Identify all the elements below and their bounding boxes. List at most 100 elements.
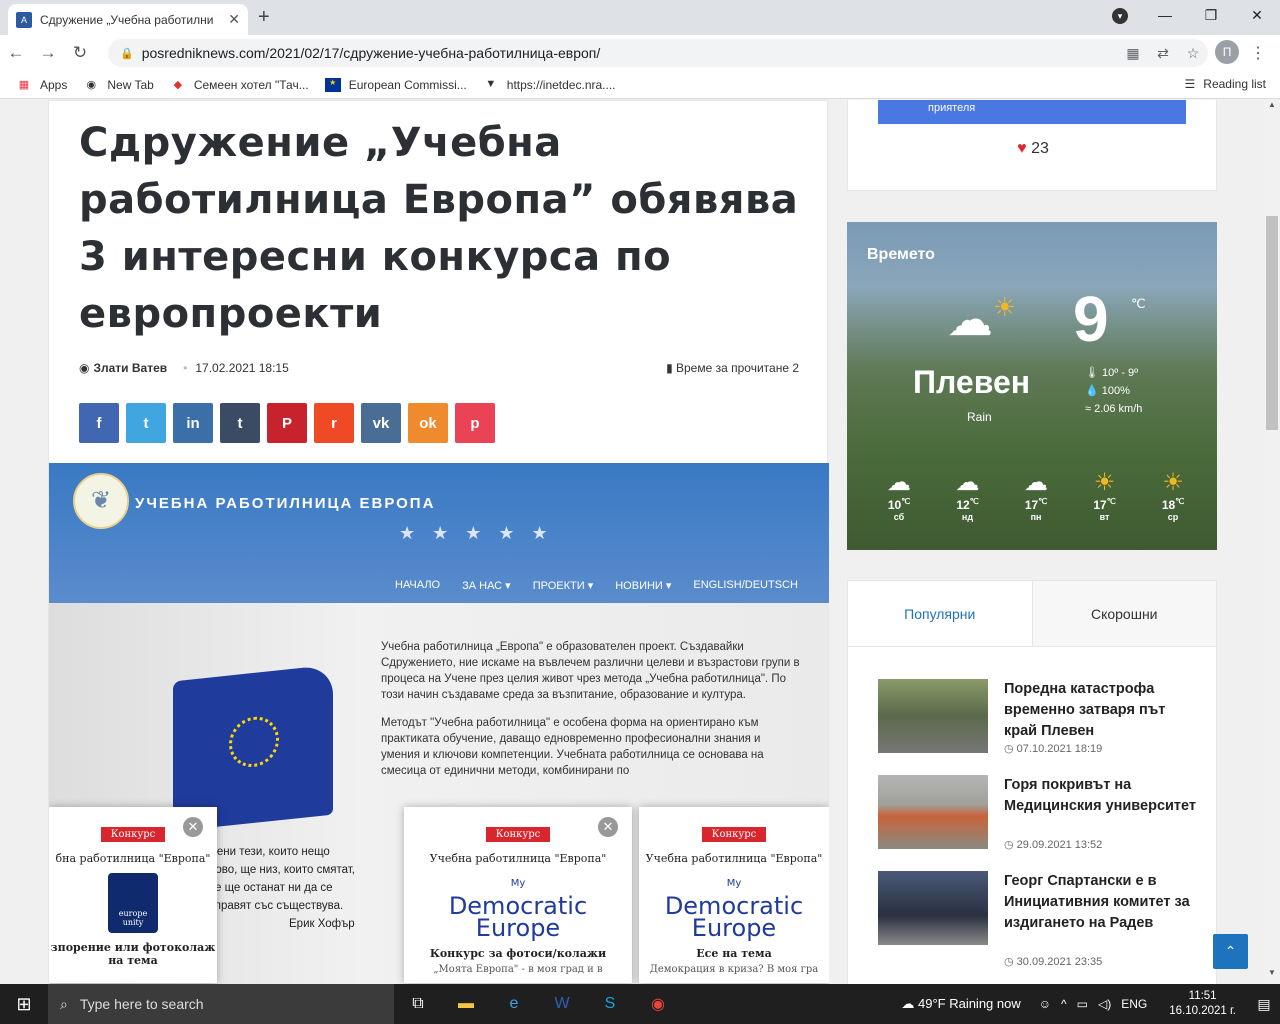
page-scrollbar[interactable]: ▲ ▼	[1264, 100, 1280, 984]
translate-icon[interactable]: ⇄	[1148, 45, 1178, 62]
post-item[interactable]: Поредна катастрофа временно затваря път …	[878, 679, 1198, 755]
share-pocket-button[interactable]: p	[455, 403, 495, 443]
contest-card[interactable]: ✕ Конкурс бна работилница "Европа" europ…	[49, 807, 217, 983]
weather-tray[interactable]: ☁ 49°F Raining now	[901, 996, 1020, 1012]
browser-tab[interactable]: A Сдружение „Учебна работилни ✕	[8, 4, 248, 35]
chevron-up-icon: ⌃	[1224, 943, 1237, 959]
scroll-up-arrow-icon[interactable]: ▲	[1264, 100, 1280, 116]
bookmark-star-icon[interactable]: ☆	[1178, 45, 1208, 62]
bookmark-nra[interactable]: ▼ https://inetdec.nra....	[483, 78, 615, 92]
bookmark-apps[interactable]: ▦ Apps	[16, 78, 68, 92]
windows-start-icon[interactable]: ⊞	[0, 994, 48, 1015]
browser-toolbar: ← → ↻ 🔒 posredniknews.com/2021/02/17/сдр…	[0, 35, 1280, 71]
tab-bar: A Сдружение „Учебна работилни ✕ + ▾ — ❐ …	[0, 0, 1280, 35]
chevron-up-icon[interactable]: ^	[1061, 997, 1067, 1011]
bookmark-european-commission[interactable]: ★ European Commissi...	[324, 77, 467, 92]
tab-title: Сдружение „Учебна работилни	[40, 12, 214, 27]
sun-icon: ☀	[1162, 469, 1184, 496]
tab-recent[interactable]: Скорошни	[1032, 581, 1216, 646]
share-tumblr-button[interactable]: t	[220, 403, 260, 443]
taskbar-search[interactable]: ⌕ Type here to search	[48, 984, 394, 1024]
tab-search-icon[interactable]: ▾	[1112, 8, 1128, 24]
scrollbar-thumb[interactable]	[1266, 216, 1278, 430]
share-pinterest-button[interactable]: P	[267, 403, 307, 443]
bookmark-hotel[interactable]: ◆ Семеен хотел "Тач...	[170, 78, 309, 92]
reading-list-button[interactable]: ☰ Reading list	[1185, 77, 1266, 91]
article-title: Сдружение „Учебна работилница Европа” об…	[79, 120, 799, 337]
tab-popular[interactable]: Популярни	[848, 581, 1033, 646]
hero-paragraphs: Учебна работилница „Европа" е образовате…	[381, 639, 801, 791]
close-icon[interactable]: ✕	[183, 817, 203, 837]
eu-flag-icon: ★	[324, 77, 341, 92]
file-explorer-icon[interactable]: ▬	[442, 995, 490, 1013]
volume-icon[interactable]: ◁)	[1098, 997, 1111, 1011]
lock-icon[interactable]: 🔒	[120, 47, 134, 60]
contest-card[interactable]: ✕ Конкурс Учебна работилница "Европа" My…	[404, 807, 632, 983]
share-reddit-button[interactable]: r	[314, 403, 354, 443]
likes-counter: ♥ 23	[1017, 140, 1049, 157]
post-title[interactable]: Поредна катастрофа временно затваря път …	[1004, 679, 1198, 742]
close-tab-icon[interactable]: ✕	[228, 11, 240, 28]
weather-forecast: ☁ 10℃ сб ☁ 12℃ нд ☁ 17℃ пн ☀ 17℃ вт ☀ 18℃ ср	[871, 468, 1201, 522]
clock-date: 16.10.2021 г.	[1169, 1005, 1236, 1017]
browser-menu-icon[interactable]: ⋮	[1250, 43, 1266, 63]
skype-icon[interactable]: S	[586, 995, 634, 1013]
post-item[interactable]: Георг Спартански е в Инициативния комите…	[878, 871, 1198, 968]
rain-cloud-icon: ☁☀	[947, 292, 1017, 345]
system-tray: ☁ 49°F Raining now ☺ ^ ▭ ◁) ENG 11:51 16…	[901, 984, 1280, 1024]
hero-menu-item: НОВИНИ ▾	[615, 580, 672, 592]
contest-card[interactable]: Конкурс Учебна работилница "Европа" My De…	[639, 807, 829, 983]
post-thumbnail[interactable]	[878, 679, 988, 753]
share-facebook-button[interactable]: f	[79, 403, 119, 443]
pinterest-icon: P	[281, 414, 292, 432]
hero-menu-item: ЗА НАС ▾	[462, 580, 511, 592]
weather-widget: Времето ☁☀ 9 ℃ Плевен Rain 🌡 10º - 9º 💧 …	[847, 222, 1217, 550]
notification-icon[interactable]: ▤	[1248, 996, 1280, 1013]
task-view-icon[interactable]: ⧉	[394, 995, 442, 1013]
bookmark-new-tab[interactable]: ◉ New Tab	[83, 78, 154, 92]
author-icon: ◉	[79, 361, 90, 375]
language-indicator[interactable]: ENG	[1121, 997, 1147, 1011]
network-icon[interactable]: ▭	[1077, 997, 1088, 1011]
post-thumbnail[interactable]	[878, 775, 988, 849]
share-twitter-button[interactable]: t	[126, 403, 166, 443]
hero-header: ❦ УЧЕБНА РАБОТИЛНИЦА ЕВРОПА ★ ★ ★ ★ ★ НА…	[49, 463, 829, 603]
posts-widget: Популярни Скорошни Поредна катастрофа вр…	[847, 580, 1217, 984]
share-linkedin-button[interactable]: in	[173, 403, 213, 443]
scroll-down-arrow-icon[interactable]: ▼	[1264, 968, 1280, 984]
clock-icon: ◷	[1004, 839, 1017, 851]
post-title[interactable]: Горя покривът на Медицинския университет	[1004, 775, 1198, 817]
contest-title: зпорение или фотоколаж на тема	[50, 941, 216, 967]
people-icon[interactable]: ☺	[1039, 997, 1051, 1011]
reading-time: ▮ Време за прочитане 2	[666, 361, 799, 375]
word-icon[interactable]: W	[538, 995, 586, 1013]
close-icon[interactable]: ✕	[598, 817, 618, 837]
share-odnoklassniki-button[interactable]: ok	[408, 403, 448, 443]
close-window-icon[interactable]: ✕	[1234, 0, 1280, 30]
restore-icon[interactable]: ❐	[1188, 0, 1234, 30]
scroll-to-top-button[interactable]: ⌃	[1213, 934, 1248, 969]
minimize-icon[interactable]: —	[1142, 0, 1188, 30]
profile-avatar[interactable]: П	[1215, 40, 1239, 64]
post-title[interactable]: Георг Спартански е в Инициативния комите…	[1004, 871, 1198, 934]
post-item[interactable]: Горя покривът на Медицинския университет…	[878, 775, 1198, 851]
article-meta: ◉ Злати Ватев • 17.02.2021 18:15 ▮ Време…	[79, 361, 799, 375]
qr-code-icon[interactable]: ▦	[1118, 45, 1148, 62]
back-icon[interactable]: ←	[0, 43, 32, 63]
new-tab-button[interactable]: +	[258, 6, 270, 29]
address-bar[interactable]: 🔒 posredniknews.com/2021/02/17/сдружение…	[108, 39, 1208, 67]
share-vk-button[interactable]: vk	[361, 403, 401, 443]
reload-icon[interactable]: ↻	[64, 43, 96, 63]
facebook-like-button[interactable]: приятеля	[878, 100, 1186, 124]
window-controls: — ❐ ✕	[1142, 0, 1280, 30]
chrome-icon[interactable]: ◉	[634, 994, 682, 1014]
author-name[interactable]: Злати Ватев	[93, 361, 167, 375]
hero-logo-text: УЧЕБНА РАБОТИЛНИЦА ЕВРОПА	[135, 495, 436, 512]
map-pin-icon: ◆	[173, 78, 183, 91]
post-thumbnail[interactable]	[878, 871, 988, 945]
humidity-icon: 💧	[1085, 385, 1102, 397]
edge-icon[interactable]: e	[490, 995, 538, 1013]
forward-icon[interactable]: →	[32, 43, 64, 63]
contest-subtitle: бна работилница "Европа"	[55, 852, 211, 865]
taskbar-clock[interactable]: 11:51 16.10.2021 г.	[1169, 989, 1236, 1019]
